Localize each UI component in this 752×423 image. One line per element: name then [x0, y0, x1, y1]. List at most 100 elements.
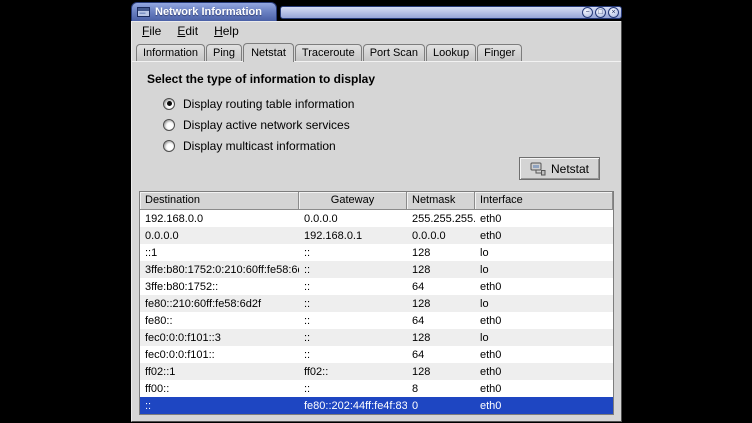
- cell: eth0: [475, 383, 613, 395]
- radio-dot: [167, 101, 172, 106]
- cell: eth0: [475, 230, 613, 242]
- cell: ::: [299, 264, 407, 276]
- radio-option-display-multicast-information[interactable]: Display multicast information: [163, 135, 614, 156]
- radio-label: Display routing table information: [183, 97, 354, 111]
- cell: 0.0.0.0: [140, 230, 299, 242]
- cell: 0.0.0.0: [407, 230, 475, 242]
- cell: eth0: [475, 315, 613, 327]
- cell: fec0:0:0:f101::: [140, 349, 299, 361]
- cell: eth0: [475, 281, 613, 293]
- table-row[interactable]: fec0:0:0:f101::3::128lo: [140, 329, 613, 346]
- table-row[interactable]: ff02::1ff02::128eth0: [140, 363, 613, 380]
- netstat-icon: [530, 161, 546, 176]
- radio-group: Display routing table information Display…: [163, 93, 614, 156]
- cell: eth0: [475, 213, 613, 225]
- cell: fe80::: [140, 315, 299, 327]
- column-header-netmask[interactable]: Netmask: [407, 192, 475, 210]
- cell: 8: [407, 383, 475, 395]
- cell: fe80::202:44ff:fe4f:83e1: [299, 400, 407, 412]
- tab-netstat[interactable]: Netstat: [243, 43, 294, 62]
- cell: eth0: [475, 400, 613, 412]
- radio-unselected-icon: [163, 119, 175, 131]
- cell: 128: [407, 332, 475, 344]
- cell: 3ffe:b80:1752:0:210:60ff:fe58:6d2f: [140, 264, 299, 276]
- cell: fec0:0:0:f101::3: [140, 332, 299, 344]
- menu-bar: FileEditHelp: [132, 21, 621, 41]
- cell: ff00::: [140, 383, 299, 395]
- table-row[interactable]: fe80::::64eth0: [140, 312, 613, 329]
- table-header: DestinationGatewayNetmaskInterface: [140, 192, 613, 210]
- titlebar-strip: −□×: [280, 6, 622, 19]
- window-close-button[interactable]: ×: [608, 7, 619, 18]
- window-title: Network Information: [155, 6, 262, 18]
- tab-ping[interactable]: Ping: [206, 44, 242, 61]
- menu-item-help[interactable]: Help: [206, 21, 247, 41]
- table-row[interactable]: 0.0.0.0192.168.0.10.0.0.0eth0: [140, 227, 613, 244]
- table-row[interactable]: fec0:0:0:f101::::64eth0: [140, 346, 613, 363]
- cell: 128: [407, 366, 475, 378]
- network-information-window: Network Information −□× FileEditHelp Inf…: [131, 2, 622, 421]
- cell: ::: [299, 298, 407, 310]
- routing-table: DestinationGatewayNetmaskInterface 192.1…: [139, 191, 614, 415]
- tab-port-scan[interactable]: Port Scan: [363, 44, 425, 61]
- tab-finger[interactable]: Finger: [477, 44, 522, 61]
- table-row[interactable]: ff00::::8eth0: [140, 380, 613, 397]
- titlebar[interactable]: Network Information −□×: [131, 2, 622, 21]
- radio-label: Display multicast information: [183, 139, 336, 153]
- cell: 128: [407, 247, 475, 259]
- menu-item-file[interactable]: File: [134, 21, 169, 41]
- radio-unselected-icon: [163, 140, 175, 152]
- window-minimize-button[interactable]: −: [582, 7, 593, 18]
- window-icon: [137, 6, 150, 18]
- table-row[interactable]: 3ffe:b80:1752:0:210:60ff:fe58:6d2f::128l…: [140, 261, 613, 278]
- netstat-panel: Select the type of information to displa…: [132, 61, 621, 421]
- button-row: Netstat: [139, 157, 600, 180]
- cell: ::: [299, 281, 407, 293]
- cell: 64: [407, 315, 475, 327]
- cell: ff02::: [299, 366, 407, 378]
- radio-label: Display active network services: [183, 118, 350, 132]
- cell: 3ffe:b80:1752::: [140, 281, 299, 293]
- menu-item-edit[interactable]: Edit: [169, 21, 206, 41]
- titlebar-tab: Network Information: [131, 2, 277, 21]
- tab-lookup[interactable]: Lookup: [426, 44, 476, 61]
- cell: fe80::210:60ff:fe58:6d2f: [140, 298, 299, 310]
- table-row[interactable]: ::1::128lo: [140, 244, 613, 261]
- column-header-gateway[interactable]: Gateway: [299, 192, 407, 210]
- cell: lo: [475, 264, 613, 276]
- cell: ::: [140, 400, 299, 412]
- cell: ::: [299, 315, 407, 327]
- cell: 0.0.0.0: [299, 213, 407, 225]
- cell: ::: [299, 247, 407, 259]
- cell: 128: [407, 298, 475, 310]
- netstat-button[interactable]: Netstat: [519, 157, 600, 180]
- column-header-interface[interactable]: Interface: [475, 192, 613, 210]
- cell: 192.168.0.0: [140, 213, 299, 225]
- cell: 64: [407, 349, 475, 361]
- cell: 0: [407, 400, 475, 412]
- cell: ::: [299, 383, 407, 395]
- radio-option-display-active-network-services[interactable]: Display active network services: [163, 114, 614, 135]
- tab-bar: InformationPingNetstatTraceroutePort Sca…: [132, 41, 621, 61]
- radio-option-display-routing-table-information[interactable]: Display routing table information: [163, 93, 614, 114]
- tab-information[interactable]: Information: [136, 44, 205, 61]
- cell: lo: [475, 247, 613, 259]
- window-controls: −□×: [582, 7, 619, 18]
- cell: 64: [407, 281, 475, 293]
- table-row[interactable]: ::fe80::202:44ff:fe4f:83e10eth0: [140, 397, 613, 414]
- table-row[interactable]: fe80::210:60ff:fe58:6d2f::128lo: [140, 295, 613, 312]
- table-row[interactable]: 192.168.0.00.0.0.0255.255.255.0eth0: [140, 210, 613, 227]
- cell: lo: [475, 332, 613, 344]
- table-row[interactable]: 3ffe:b80:1752::::64eth0: [140, 278, 613, 295]
- window-maximize-button[interactable]: □: [595, 7, 606, 18]
- radio-selected-icon: [163, 98, 175, 110]
- table-body: 192.168.0.00.0.0.0255.255.255.0eth00.0.0…: [140, 210, 613, 414]
- tab-traceroute[interactable]: Traceroute: [295, 44, 362, 61]
- cell: ff02::1: [140, 366, 299, 378]
- cell: ::1: [140, 247, 299, 259]
- netstat-button-label: Netstat: [551, 162, 589, 176]
- cell: ::: [299, 332, 407, 344]
- column-header-destination[interactable]: Destination: [140, 192, 299, 210]
- cell: eth0: [475, 366, 613, 378]
- cell: 128: [407, 264, 475, 276]
